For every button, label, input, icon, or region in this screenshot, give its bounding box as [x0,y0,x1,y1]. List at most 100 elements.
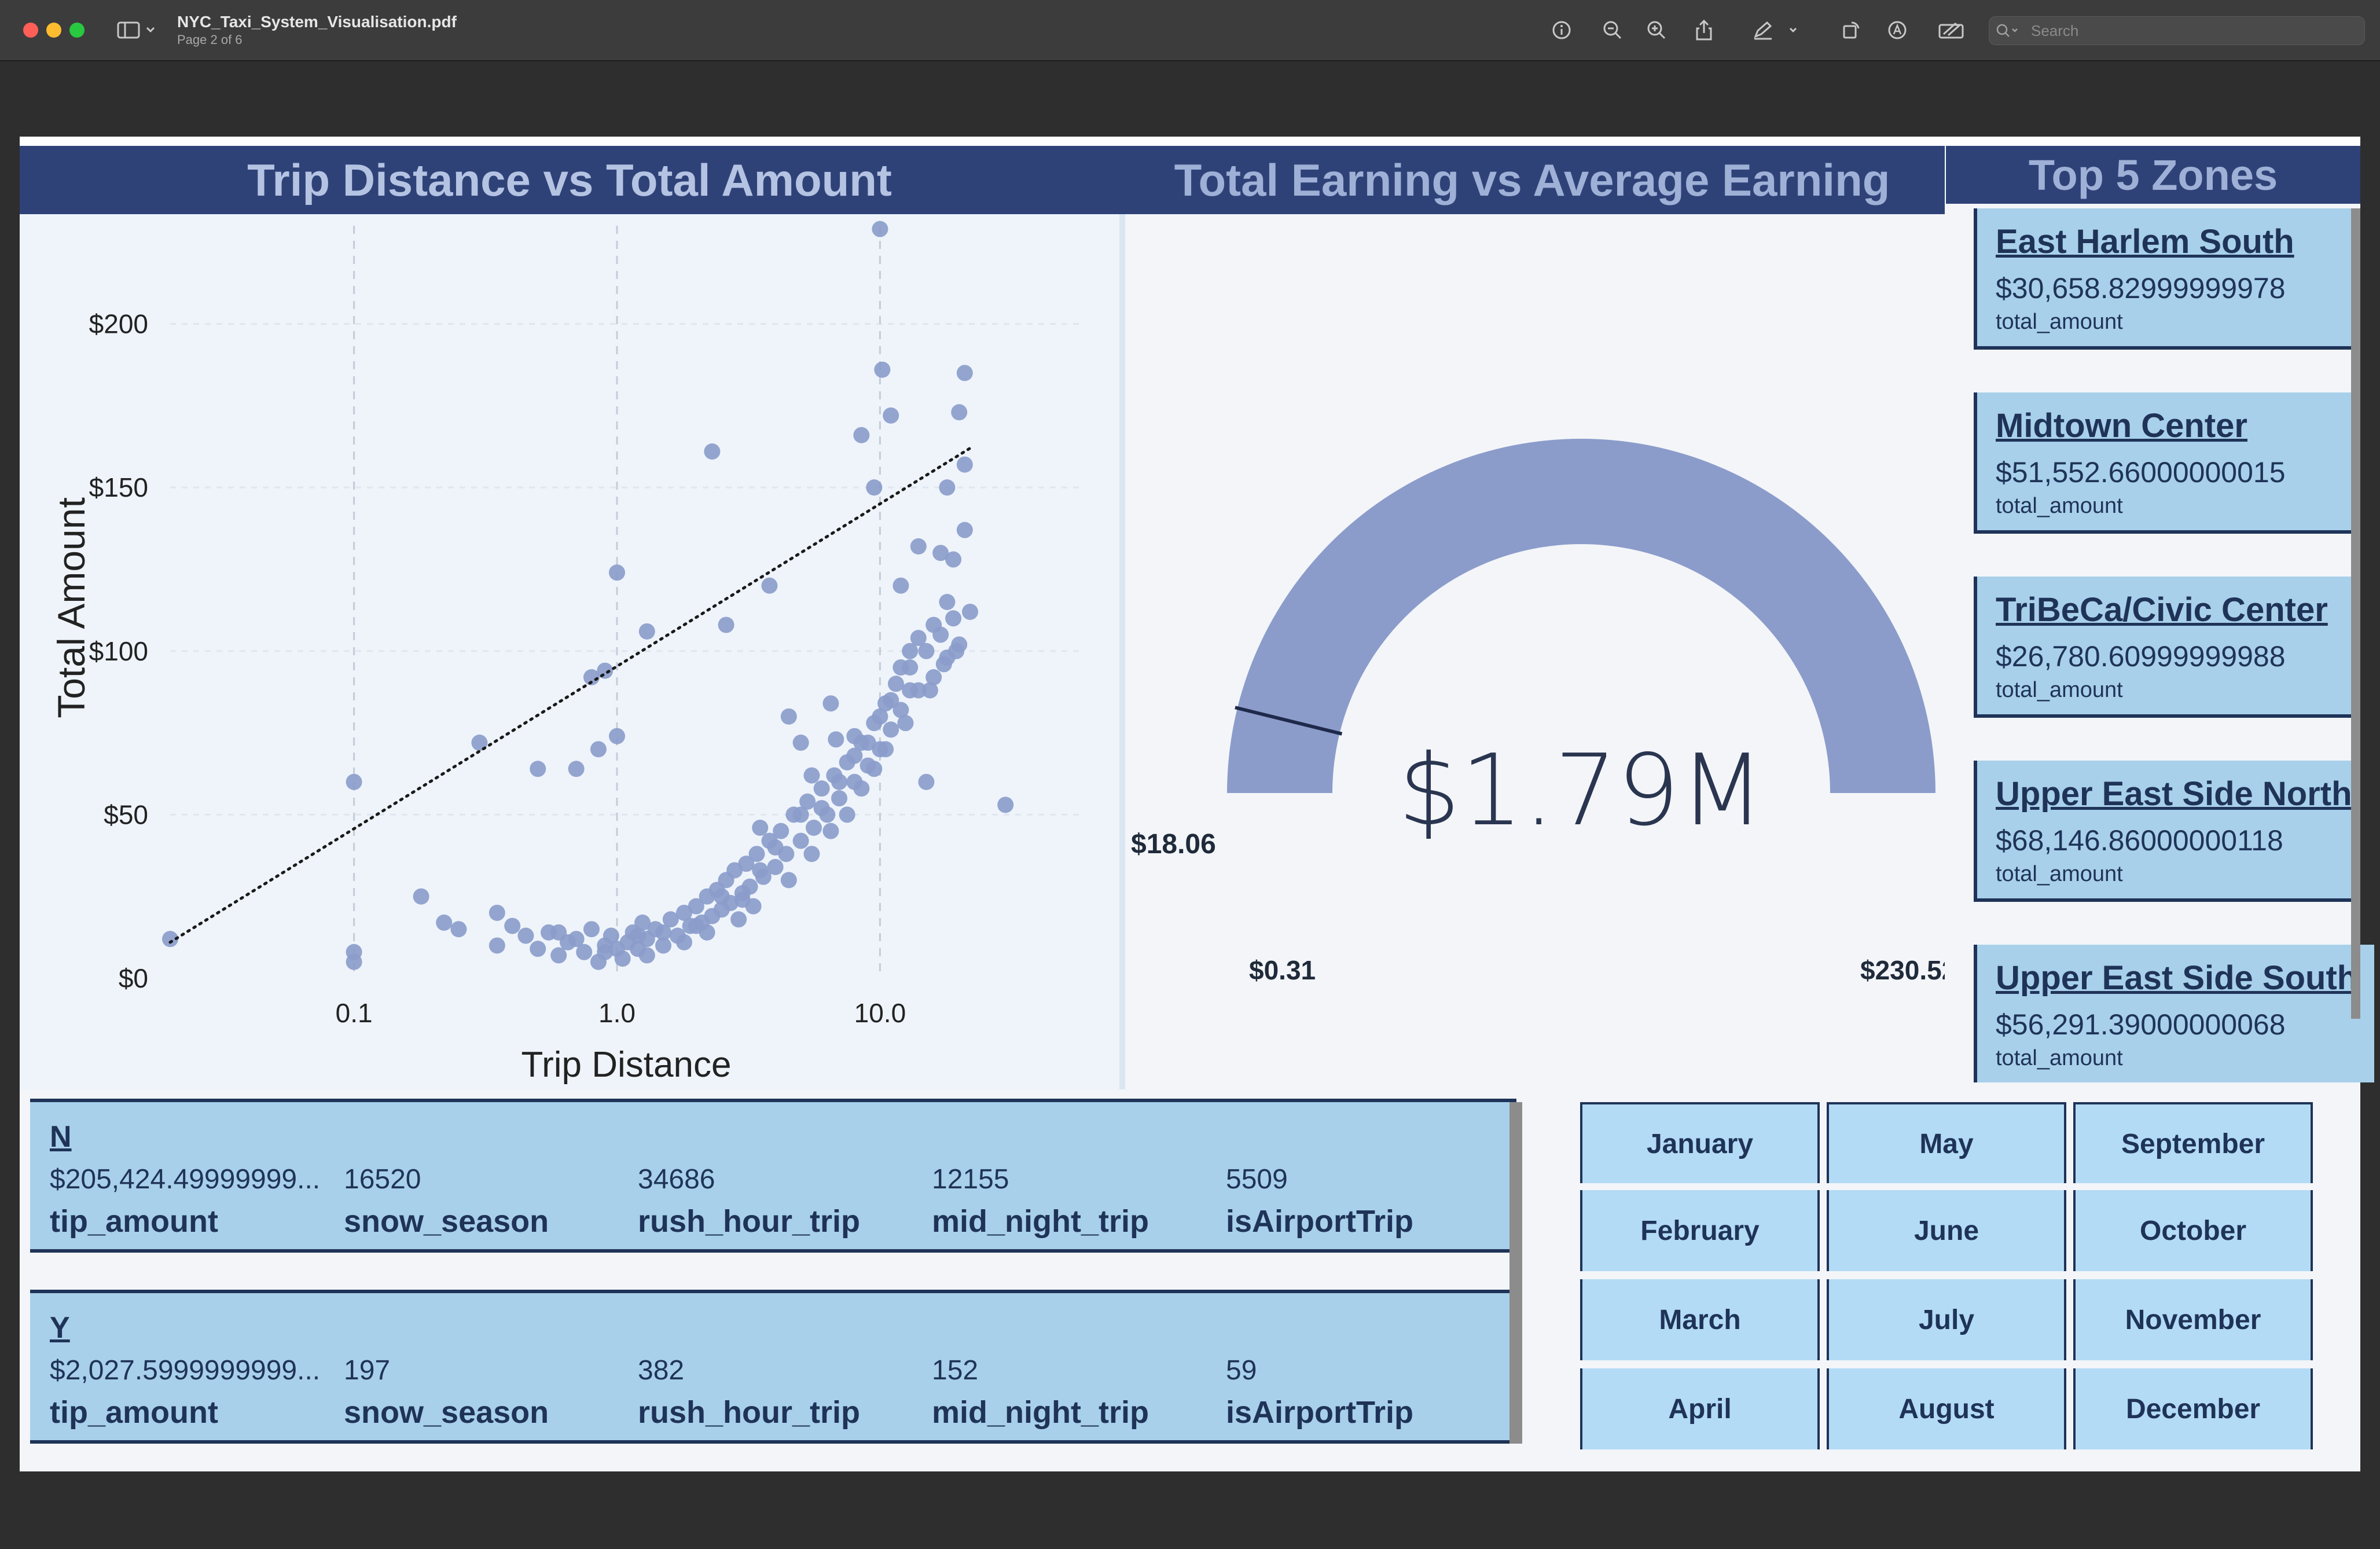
scatter-chart-title: Trip Distance vs Total Amount [20,146,1119,214]
scatter-point [489,937,505,954]
scatter-point [576,944,593,960]
scatter-point [866,761,883,777]
share-button[interactable] [1691,17,1717,43]
sidebar-icon [117,21,155,39]
zone-card[interactable]: Upper East Side South $56,291.3900000006… [1974,945,2374,1082]
month-button[interactable]: August [1827,1368,2066,1449]
scatter-point [699,924,715,941]
category-cell: 59 isAirportTrip [1226,1355,1515,1430]
category-cell: 382 rush_hour_trip [638,1355,927,1430]
scatter-point [945,610,962,627]
zone-name[interactable]: Midtown Center [1996,406,2357,445]
scatter-point [761,577,778,594]
scatter-point [910,630,927,647]
scatter-point [939,479,956,496]
scatter-point [597,662,614,679]
annotate-button[interactable] [1937,17,1968,43]
scatter-point [822,823,839,839]
scatter-point [883,407,899,424]
search-field[interactable] [1989,16,2365,45]
category-value: 152 [932,1355,979,1386]
scatter-point [530,761,546,777]
zone-name[interactable]: East Harlem South [1996,222,2357,261]
month-button[interactable]: February [1580,1190,1820,1271]
month-button[interactable]: January [1580,1102,1820,1183]
markup-circle-button[interactable] [1885,17,1910,43]
markup-pen-button[interactable] [1750,17,1802,43]
zone-metric-label: total_amount [1996,310,2123,334]
x-axis-label: Trip Distance [521,1045,732,1085]
category-cell: 34686 rush_hour_trip [638,1163,927,1239]
zoom-in-button[interactable] [1644,17,1669,43]
scatter-point [962,603,979,620]
scatter-point [846,747,863,764]
month-button[interactable]: October [2073,1190,2313,1271]
category-cell: 152 mid_night_trip [932,1355,1221,1430]
info-icon [1552,21,1571,39]
scatter-point [704,443,721,460]
zoom-out-button[interactable] [1600,17,1625,43]
month-button[interactable]: May [1827,1102,2066,1183]
zone-value: $68,146.86000000118 [1996,824,2283,857]
scatter-point [945,551,962,568]
search-input[interactable] [2030,21,2356,41]
category-row-y[interactable]: Y $2,027.5999999999... tip_amount 197 sn… [30,1290,1516,1444]
scatter-point [877,741,894,758]
scatter-point [866,479,883,496]
gauge-target-label: $18.06 [1131,829,1216,860]
category-cell: $205,424.49999999... tip_amount [50,1163,339,1239]
scatter-point [590,741,607,758]
zone-name[interactable]: TriBeCa/Civic Center [1996,590,2357,629]
maximize-window-button[interactable] [69,23,85,38]
zone-value: $30,658.82999999978 [1996,272,2286,304]
category-value: 16520 [344,1164,421,1195]
category-row-n[interactable]: N $205,424.49999999... tip_amount 16520 … [30,1099,1516,1253]
window-titlebar: NYC_Taxi_System_Visualisation.pdf Page 2… [0,0,2380,61]
zones-scrollbar[interactable] [2351,208,2360,1019]
scatter-point [780,872,797,889]
scatter-point [956,365,973,381]
scatter-point [346,773,362,790]
scatter-point [413,888,429,905]
month-button[interactable]: September [2073,1102,2313,1183]
x-tick-label: 10.0 [854,998,906,1028]
scatter-point [436,914,453,931]
scatter-point [504,917,521,934]
category-scrollbar[interactable] [1509,1102,1522,1444]
zone-card[interactable]: East Harlem South $30,658.82999999978 to… [1974,208,2357,350]
scatter-point [805,820,822,836]
rotate-button[interactable] [1838,17,1864,43]
scatter-point [951,404,968,421]
scatter-point [939,594,956,610]
month-button[interactable]: April [1580,1368,1820,1449]
scatter-point [655,924,672,941]
scatter-point [489,904,505,921]
scatter-point [921,682,938,699]
scatter-point [550,947,567,964]
zoom-out-icon [1603,21,1622,39]
month-button[interactable]: December [2073,1368,2313,1449]
rotate-icon [1843,21,1860,39]
zone-card[interactable]: Midtown Center $51,552.66000000015 total… [1974,392,2357,534]
scatter-point [792,832,809,849]
zone-card[interactable]: TriBeCa/Civic Center $26,780.60999999988… [1974,577,2357,718]
scatter-point [638,947,655,964]
zone-name[interactable]: Upper East Side South [1996,959,2374,997]
sidebar-toggle-button[interactable] [116,17,159,43]
scatter-point [450,921,467,938]
zones-title: Top 5 Zones [1946,146,2360,204]
minimize-window-button[interactable] [46,23,61,38]
scatter-point [767,839,784,856]
scatter-point [872,221,888,237]
month-button[interactable]: June [1827,1190,2066,1271]
gauge-value: $1.79M [1398,733,1764,848]
category-label: mid_night_trip [932,1395,1149,1430]
category-value: 382 [638,1355,685,1386]
month-button[interactable]: July [1827,1279,2066,1360]
close-window-button[interactable] [23,23,38,38]
info-button[interactable] [1549,17,1574,43]
zone-name[interactable]: Upper East Side North [1996,774,2357,813]
month-button[interactable]: March [1580,1279,1820,1360]
month-button[interactable]: November [2073,1279,2313,1360]
zone-card[interactable]: Upper East Side North $68,146.8600000011… [1974,761,2357,902]
